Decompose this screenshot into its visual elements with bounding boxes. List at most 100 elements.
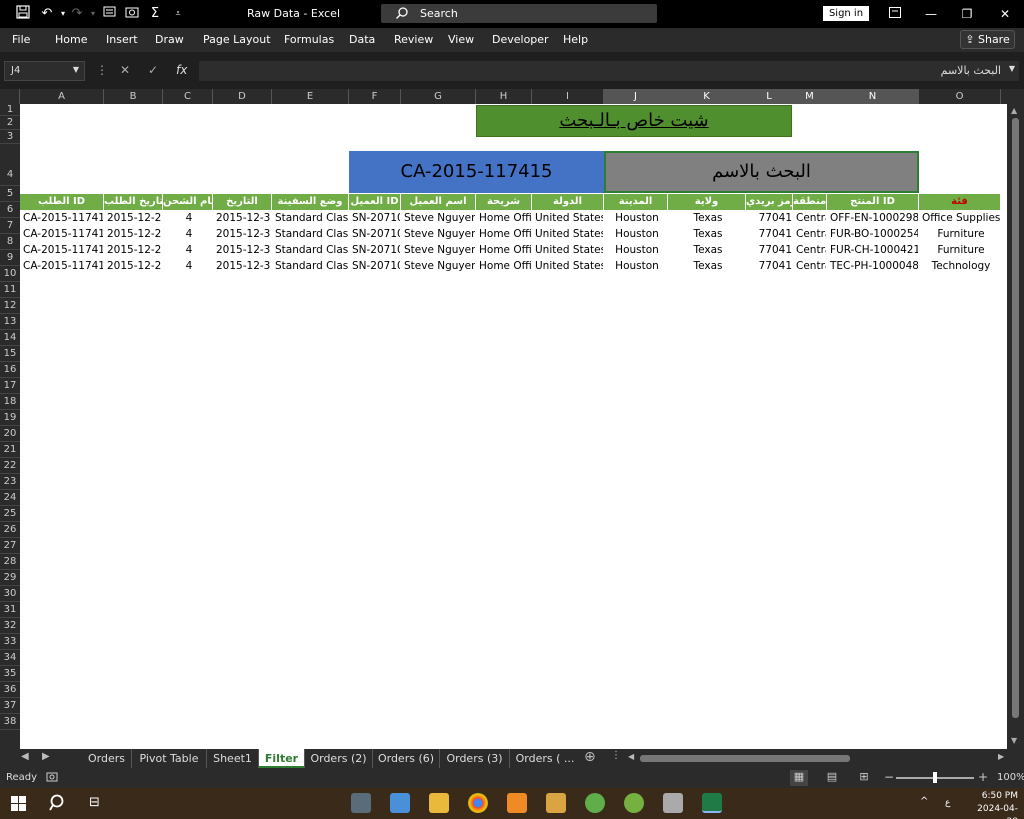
menu-draw[interactable]: Draw	[155, 33, 184, 46]
table-cell[interactable]: FUR-CH-10004218	[830, 242, 918, 258]
tabs-more-icon[interactable]: ⋮	[611, 750, 621, 761]
vertical-scrollbar[interactable]: ▲ ▼	[1007, 104, 1024, 749]
row-header-15[interactable]: 15	[0, 346, 20, 362]
table-cell[interactable]: Home Office	[479, 210, 531, 226]
select-all-corner[interactable]	[0, 89, 20, 104]
table-cell[interactable]: United States	[535, 210, 603, 226]
customize-toolbar-icon[interactable]: ⩡	[169, 5, 187, 23]
tab-orders[interactable]: Orders	[82, 749, 132, 768]
header-postal-code[interactable]: رمز بريدي	[746, 194, 793, 210]
table-cell[interactable]: Standard Class	[275, 258, 348, 274]
table-cell[interactable]: Texas	[671, 258, 745, 274]
ribbon-display-icon[interactable]	[886, 5, 904, 23]
tab-orders-2[interactable]: Orders (2)	[305, 749, 373, 768]
normal-view-icon[interactable]: ▦	[790, 770, 808, 786]
row-header-1[interactable]: 1	[0, 104, 20, 116]
table-cell[interactable]: SN-20710	[352, 242, 400, 258]
table-cell[interactable]: Texas	[671, 242, 745, 258]
table-cell[interactable]: Central	[796, 210, 826, 226]
tab-pivot-table[interactable]: Pivot Table	[132, 749, 207, 768]
header-region[interactable]: منطقة	[793, 194, 827, 210]
close-icon[interactable]: ✕	[996, 5, 1014, 23]
row-header-22[interactable]: 22	[0, 458, 20, 474]
row-header-26[interactable]: 26	[0, 522, 20, 538]
table-cell[interactable]: Houston	[607, 210, 667, 226]
next-sheet-icon[interactable]: ▶	[42, 751, 50, 762]
menu-review[interactable]: Review	[394, 33, 433, 46]
row-header-27[interactable]: 27	[0, 538, 20, 554]
insert-function-icon[interactable]: fx	[176, 63, 187, 77]
table-cell[interactable]: CA-2015-117415	[23, 210, 103, 226]
row-header-11[interactable]: 11	[0, 282, 20, 298]
windows-start-icon[interactable]	[11, 796, 26, 815]
table-cell[interactable]: 4	[166, 226, 212, 242]
row-header-34[interactable]: 34	[0, 650, 20, 666]
table-cell[interactable]: 2015-12-31	[216, 242, 271, 258]
table-cell[interactable]: CA-2015-117415	[23, 226, 103, 242]
row-header-35[interactable]: 35	[0, 666, 20, 682]
row-header-33[interactable]: 33	[0, 634, 20, 650]
table-cell[interactable]: Central	[796, 242, 826, 258]
zoom-level[interactable]: 100%	[997, 772, 1024, 783]
page-break-view-icon[interactable]: ⊞	[855, 770, 873, 786]
utorrent-icon[interactable]	[624, 793, 644, 813]
table-cell[interactable]: 4	[166, 242, 212, 258]
table-cell[interactable]: SN-20710	[352, 210, 400, 226]
table-cell[interactable]: 2015-12-27	[107, 258, 162, 274]
menu-data[interactable]: Data	[349, 33, 375, 46]
table-cell[interactable]: 77041	[749, 242, 792, 258]
worksheet-grid[interactable]: شيت خاص بـالـبحث CA-2015-117415 البحث با…	[20, 104, 1007, 749]
search-by-name-cell[interactable]: البحث بالاسم	[604, 151, 919, 193]
menu-file[interactable]: File	[12, 33, 30, 46]
vertical-scroll-thumb[interactable]	[1012, 118, 1019, 718]
table-cell[interactable]: Standard Class	[275, 210, 348, 226]
row-header-13[interactable]: 13	[0, 314, 20, 330]
row-header-38[interactable]: 38	[0, 714, 20, 730]
name-box[interactable]: J4 ▼	[4, 61, 85, 81]
table-cell[interactable]: Central	[796, 258, 826, 274]
row-header-25[interactable]: 25	[0, 506, 20, 522]
table-cell[interactable]: Office Supplies	[922, 210, 1000, 226]
table-cell[interactable]: CA-2015-117415	[23, 242, 103, 258]
share-button[interactable]: ⇪ Share	[960, 30, 1015, 49]
row-header-31[interactable]: 31	[0, 602, 20, 618]
table-cell[interactable]: Houston	[607, 258, 667, 274]
header-ship-mode[interactable]: وضع السفينة	[272, 194, 349, 210]
restore-icon[interactable]: ❐	[958, 5, 976, 23]
row-header-29[interactable]: 29	[0, 570, 20, 586]
row-header-12[interactable]: 12	[0, 298, 20, 314]
table-cell[interactable]: United States	[535, 242, 603, 258]
col-header-m[interactable]: M	[793, 89, 827, 104]
header-category[interactable]: فئة	[919, 194, 1001, 210]
autosum-icon[interactable]: Σ	[146, 5, 164, 23]
row-header-3[interactable]: 3	[0, 130, 20, 144]
zoom-slider-handle[interactable]	[933, 772, 937, 783]
menu-formulas[interactable]: Formulas	[284, 33, 334, 46]
menu-view[interactable]: View	[448, 33, 474, 46]
excel-taskbar-icon[interactable]	[702, 793, 722, 813]
chrome-icon[interactable]	[468, 793, 488, 813]
name-box-dropdown-icon[interactable]: ▼	[73, 65, 79, 74]
form-icon[interactable]	[100, 5, 118, 23]
header-city[interactable]: المدينة	[604, 194, 668, 210]
table-cell[interactable]: FUR-BO-10002545	[830, 226, 918, 242]
prev-sheet-icon[interactable]: ◀	[21, 751, 29, 762]
row-header-24[interactable]: 24	[0, 490, 20, 506]
tab-sheet1[interactable]: Sheet1	[207, 749, 259, 768]
row-header-17[interactable]: 17	[0, 378, 20, 394]
menu-insert[interactable]: Insert	[106, 33, 138, 46]
table-cell[interactable]: Home Office	[479, 258, 531, 274]
table-cell[interactable]: Standard Class	[275, 226, 348, 242]
table-cell[interactable]: 77041	[749, 210, 792, 226]
camera-icon[interactable]	[123, 5, 141, 23]
table-cell[interactable]: 4	[166, 258, 212, 274]
header-product-id[interactable]: المنتج ID	[827, 194, 919, 210]
table-cell[interactable]: 4	[166, 210, 212, 226]
table-cell[interactable]: 2015-12-27	[107, 242, 162, 258]
row-header-14[interactable]: 14	[0, 330, 20, 346]
col-header-h[interactable]: H	[476, 89, 532, 104]
header-customer-name[interactable]: اسم العميل	[401, 194, 476, 210]
header-state[interactable]: ولاية	[668, 194, 746, 210]
col-header-a[interactable]: A	[20, 89, 104, 104]
tab-orders-more[interactable]: Orders ( ...	[510, 749, 580, 768]
